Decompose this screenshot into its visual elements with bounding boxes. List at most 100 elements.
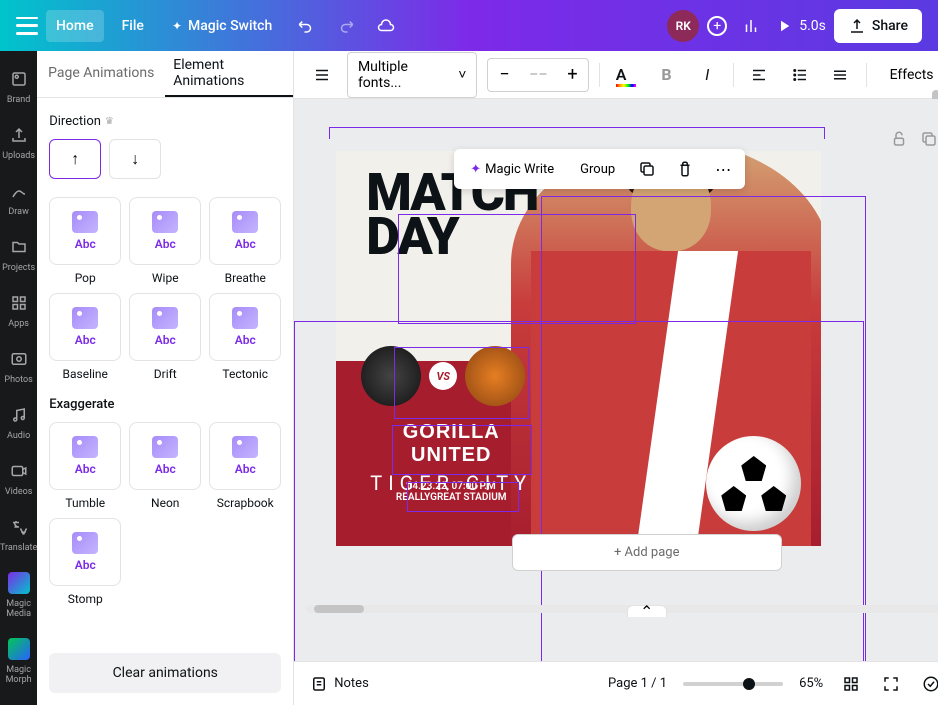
lock-icon[interactable] [889,129,909,149]
copy-icon[interactable] [633,155,661,183]
text-color-button[interactable]: A [610,59,641,91]
align-icon[interactable] [306,59,337,91]
tab-page-animations[interactable]: Page Animations [37,51,165,97]
divider [599,63,600,87]
sidebar-brand[interactable]: Brand [0,67,37,105]
share-button[interactable]: Share [834,9,922,43]
player-image [511,151,821,546]
animation-drift[interactable]: Abc Drift [129,293,201,381]
add-member-icon[interactable]: + [707,16,727,36]
home-button[interactable]: Home [46,10,104,42]
animation-stomp[interactable]: AbcStomp [49,518,121,606]
anim-preview-text: Abc [155,333,176,347]
sparkle-icon: ✦ [172,19,182,33]
sidebar-label: Audio [7,431,30,441]
anim-preview-text: Abc [155,462,176,476]
exaggerate-header: Exaggerate [49,397,281,412]
animation-tectonic[interactable]: AbcTectonic [209,293,281,381]
team1-logo [361,346,421,406]
undo-icon[interactable] [290,10,322,42]
delete-icon[interactable] [671,155,699,183]
sidebar-videos[interactable]: Videos [0,459,37,497]
animation-wipe[interactable]: AbcWipe [129,197,201,285]
animation-tumble[interactable]: AbcTumble [49,422,121,510]
fullscreen-icon[interactable] [879,672,903,696]
sidebar-magic-morph[interactable]: Magic Morph [0,637,37,685]
magic-write-label: Magic Write [485,162,554,177]
anim-label: Drift [154,367,177,381]
sidebar-label: Photos [4,375,32,385]
spacing-button[interactable] [825,59,856,91]
alignment-button[interactable] [744,59,775,91]
floating-more-icon[interactable]: ⋯ [709,155,737,183]
bold-button[interactable]: B [651,59,682,91]
insights-icon[interactable] [735,10,767,42]
design-canvas[interactable]: MATCH DAY VS GORILLA UNITED TIGER CITY 0… [336,151,821,546]
sidebar-label: Magic Media [0,599,37,619]
font-name: Multiple fonts... [358,59,450,91]
sidebar-translate[interactable]: Translate [0,515,37,553]
animation-pop[interactable]: AbcPop [49,197,121,285]
direction-text: Direction [49,114,101,129]
canvas-main[interactable]: ⋯ MATCH DAY [294,99,938,661]
sidebar-uploads[interactable]: Uploads [0,123,37,161]
magic-switch-button[interactable]: ✦ Magic Switch [162,10,282,42]
audio-icon [7,403,31,427]
sidebar-photos[interactable]: Photos [0,347,37,385]
animation-breathe[interactable]: AbcBreathe [209,197,281,285]
page-count[interactable]: Page 1 / 1 [608,676,667,691]
sidebar-magic-media[interactable]: Magic Media [0,571,37,619]
sidebar-apps[interactable]: Apps [0,291,37,329]
redo-icon[interactable] [330,10,362,42]
group-button[interactable]: Group [572,158,623,181]
magic-write-button[interactable]: ✦ Magic Write [462,158,562,181]
vs-badge: VS [429,362,457,390]
anim-label: Tumble [65,496,105,510]
canvas-area: Multiple fonts... ˅ − –– + A B I Effects… [294,51,938,705]
cloud-sync-icon[interactable] [370,10,402,42]
effects-button[interactable]: Effects [877,60,938,90]
zoom-percent[interactable]: 65% [799,676,823,691]
floating-toolbar: ✦ Magic Write Group ⋯ [454,149,745,189]
checkmark-icon[interactable] [919,672,938,696]
font-selector[interactable]: Multiple fonts... ˅ [347,52,478,98]
animation-neon[interactable]: Abc Neon [129,422,201,510]
user-avatar[interactable]: RK [667,10,699,42]
tab-element-animations[interactable]: Element Animations [165,51,293,97]
duplicate-icon[interactable] [919,129,938,149]
present-button[interactable]: 5.0s [775,17,826,35]
selection-outer [329,127,825,139]
match-info[interactable]: 04.23.22, 07:00 P.M REALLYGREAT STADIUM [366,481,536,503]
animation-scrapbook[interactable]: AbcScrapbook [209,422,281,510]
anim-preview-text: Abc [235,237,256,251]
page-actions: ⋯ [889,129,938,149]
clear-animations-button[interactable]: Clear animations [49,653,281,693]
file-button[interactable]: File [112,10,154,42]
uploads-icon [7,123,31,147]
font-size-value[interactable]: –– [520,67,556,83]
add-page-button[interactable]: + Add page [512,534,782,571]
animation-baseline[interactable]: AbcBaseline [49,293,121,381]
zoom-slider[interactable] [683,682,783,686]
direction-down-button[interactable]: ↓ [109,139,161,179]
anim-label: Neon [151,496,179,510]
menu-icon[interactable] [16,17,38,35]
anim-preview-text: Abc [75,333,96,347]
increase-size-button[interactable]: + [556,59,588,91]
photos-icon [7,347,31,371]
anim-label: Wipe [152,271,179,285]
sidebar-projects[interactable]: Projects [0,235,37,273]
animations-panel: Page Animations Element Animations Direc… [37,51,294,705]
italic-button[interactable]: I [692,59,723,91]
vs-logos[interactable]: VS [361,346,525,406]
panel-handle[interactable]: ⌃ [627,605,667,617]
list-button[interactable] [784,59,815,91]
match-stadium: REALLYGREAT STADIUM [366,492,536,503]
direction-up-button[interactable]: ↑ [49,139,101,179]
notes-button[interactable]: Notes [310,675,369,693]
canvas-scrollbar-h[interactable] [306,605,938,613]
sidebar-draw[interactable]: Draw [0,179,37,217]
decrease-size-button[interactable]: − [488,59,520,91]
grid-view-icon[interactable] [839,672,863,696]
sidebar-audio[interactable]: Audio [0,403,37,441]
